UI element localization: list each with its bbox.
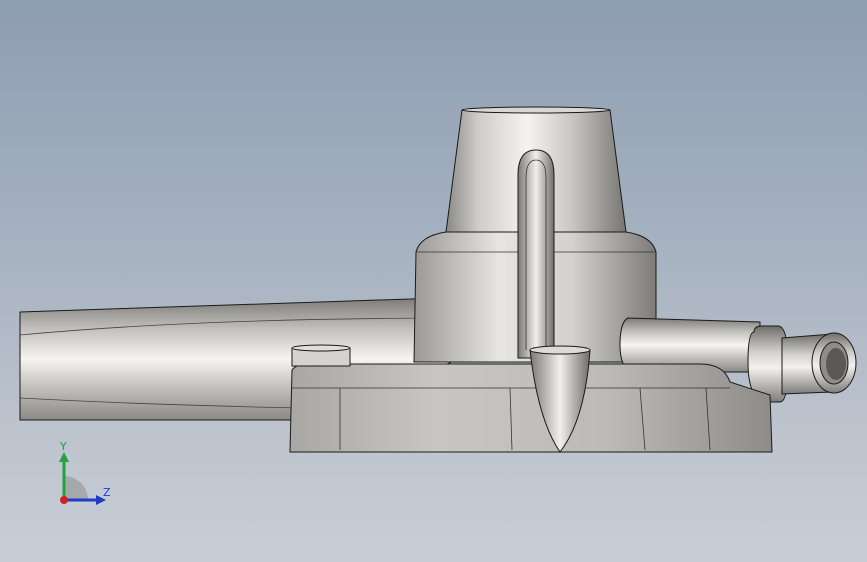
left-boss-top <box>291 344 351 352</box>
x-axis-dot <box>60 496 68 504</box>
y-axis-arrow <box>59 452 69 462</box>
3d-model[interactable] <box>0 0 867 562</box>
nozzle-bore-inner <box>826 348 846 380</box>
triad-quadrant <box>64 476 88 500</box>
upper-cylinder-top <box>461 106 611 114</box>
vertical-rib <box>517 149 555 359</box>
z-axis-label: Z <box>103 486 111 499</box>
center-rib-top <box>529 345 591 355</box>
base-plate <box>289 363 773 453</box>
graphics-viewport[interactable]: Y Z <box>0 0 867 562</box>
view-triad: Y Z <box>59 440 111 505</box>
y-axis-label: Y <box>59 440 67 453</box>
